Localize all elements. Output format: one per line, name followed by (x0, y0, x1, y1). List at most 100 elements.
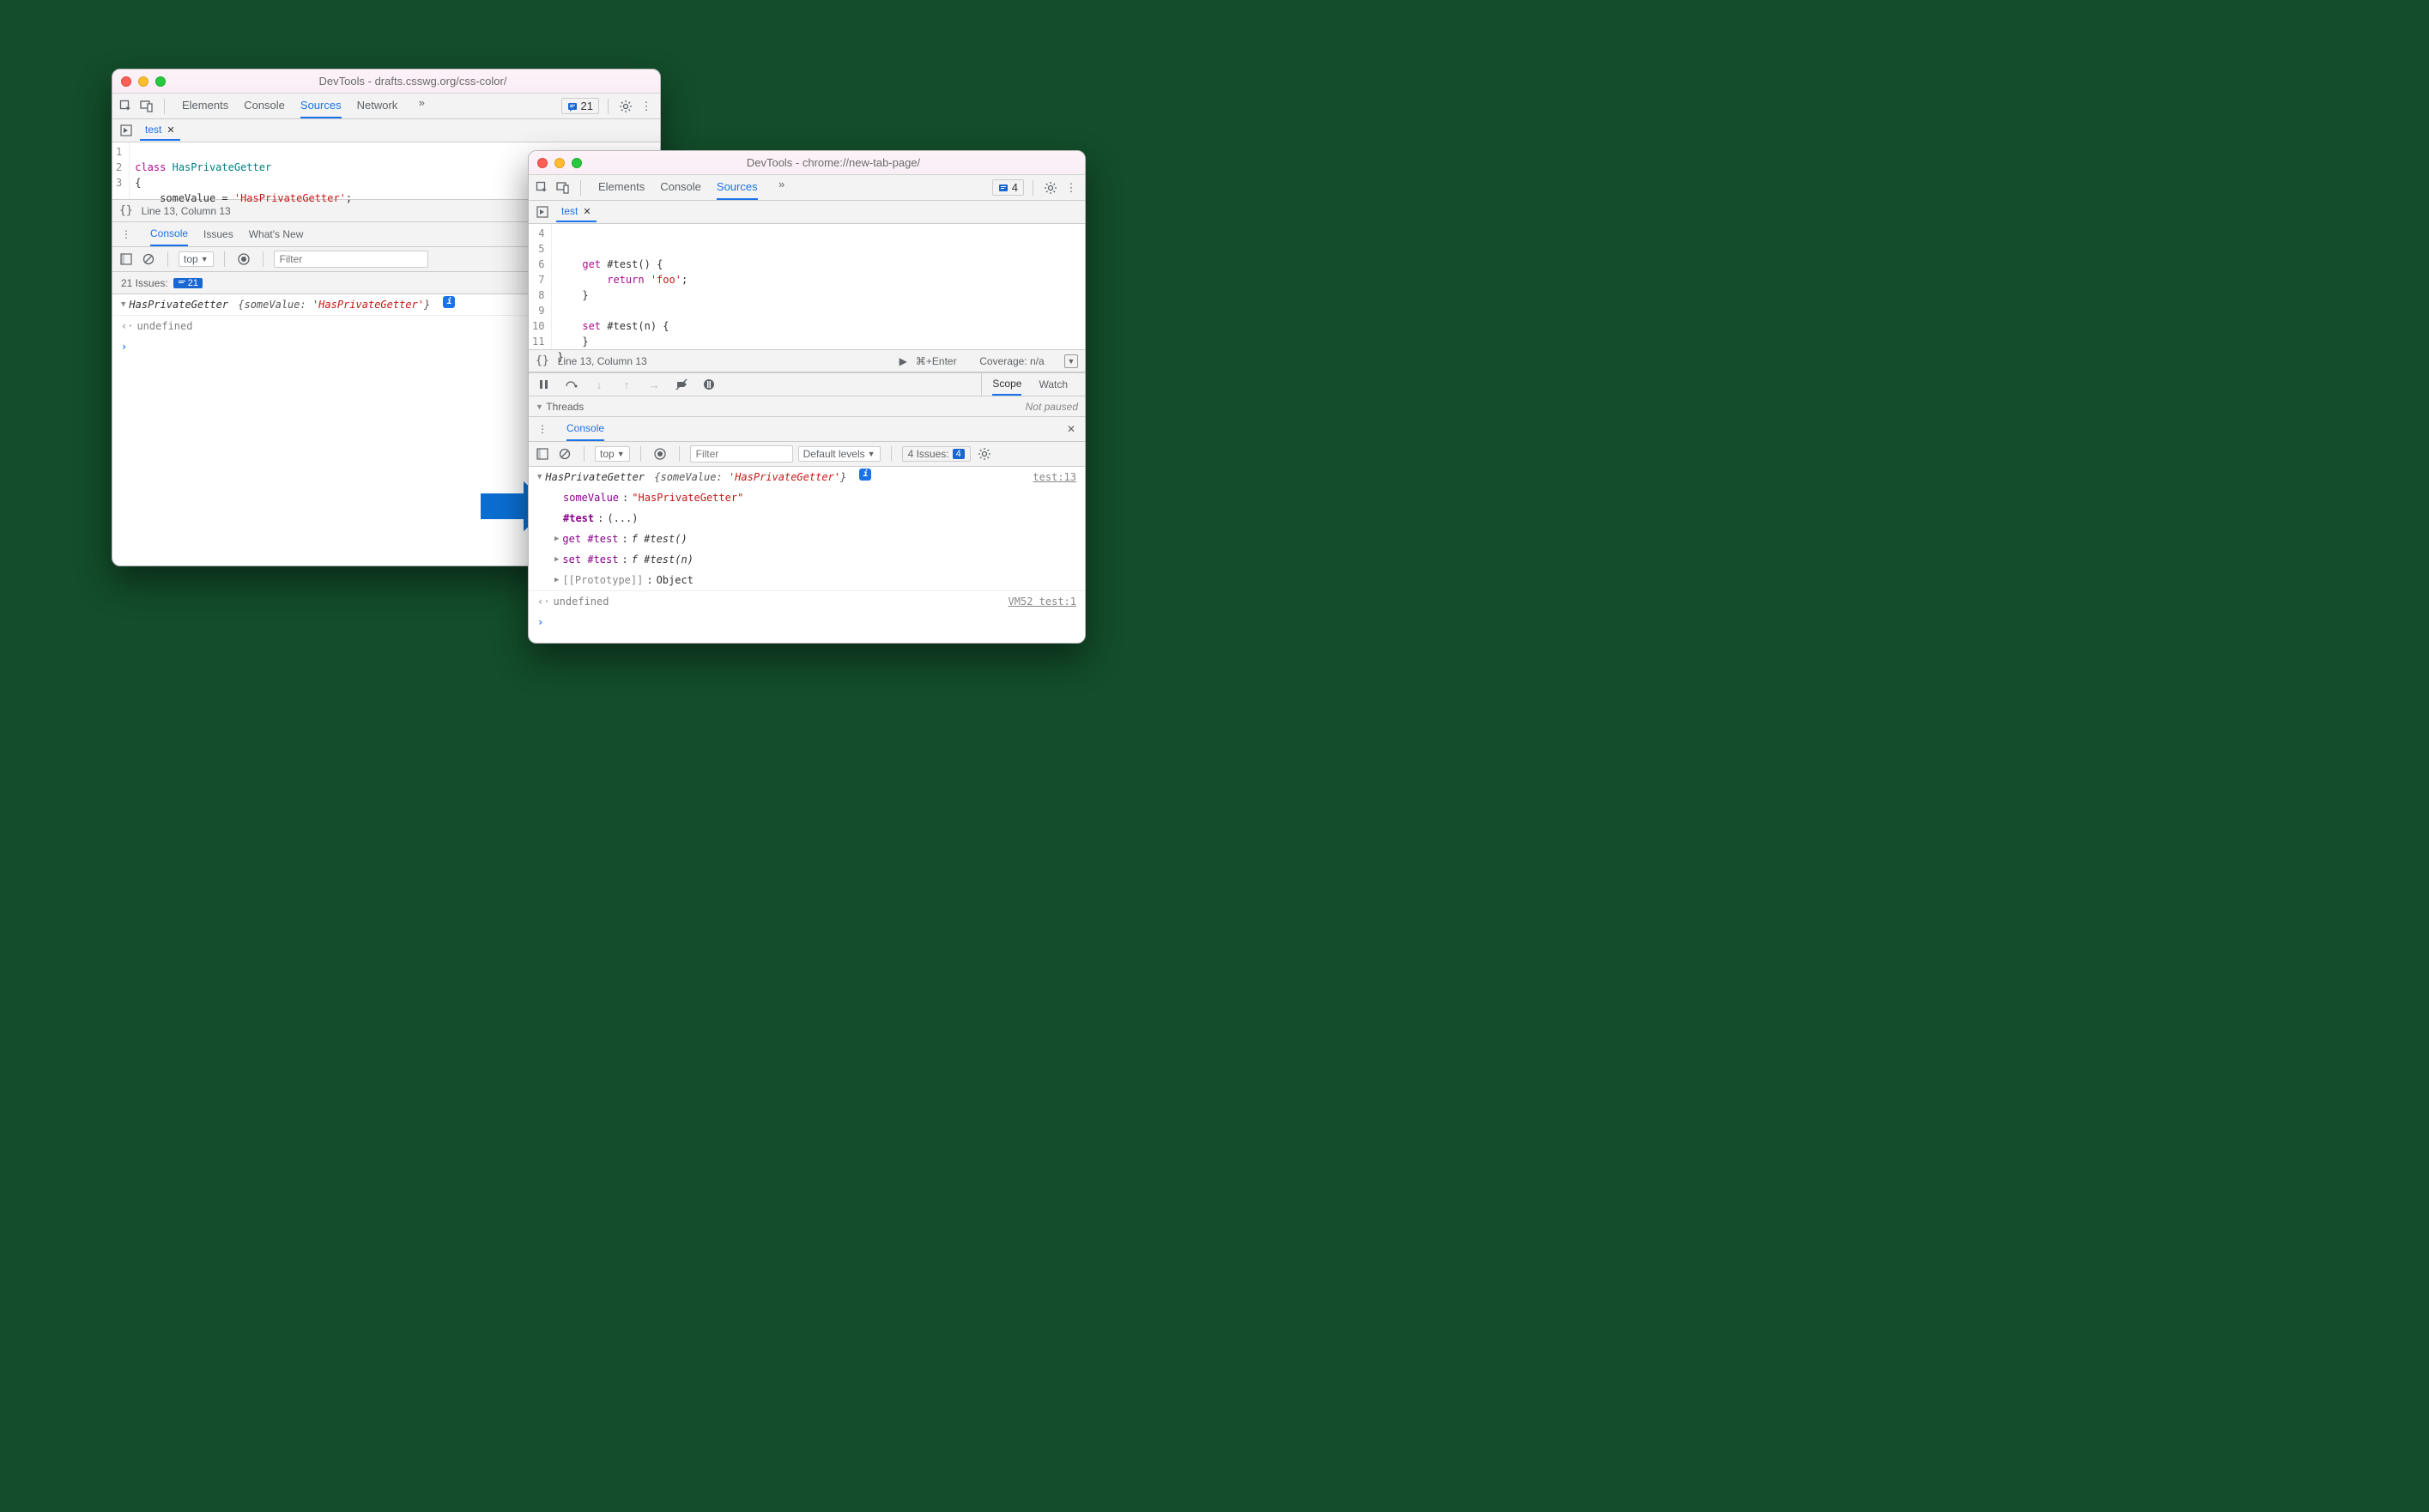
sidebar-toggle-icon[interactable] (534, 445, 551, 463)
source-link[interactable]: VM52 test:1 (1009, 593, 1076, 610)
sidebar-toggle-icon[interactable] (118, 251, 135, 268)
settings-icon[interactable] (1042, 179, 1059, 197)
run-icon[interactable]: ▶ (900, 355, 907, 367)
threads-bar[interactable]: ▼ Threads Not paused (529, 396, 1085, 417)
watch-tab[interactable]: Watch (1039, 374, 1068, 395)
step-out-icon[interactable]: ↑ (618, 376, 635, 393)
console-settings-icon[interactable] (976, 445, 993, 463)
device-mode-icon[interactable] (554, 179, 572, 197)
settings-icon[interactable] (617, 98, 634, 115)
log-levels-selector[interactable]: Default levels ▼ (798, 446, 881, 462)
issues-badge[interactable]: 4 (992, 179, 1024, 196)
scope-tab[interactable]: Scope (992, 373, 1021, 396)
tab-sources[interactable]: Sources (717, 175, 758, 200)
more-tabs-icon[interactable]: » (413, 94, 430, 111)
traffic-lights (537, 158, 582, 168)
live-expression-icon[interactable] (235, 251, 252, 268)
filter-input[interactable] (274, 251, 428, 268)
step-into-icon[interactable]: ↓ (591, 376, 608, 393)
drawer-menu-icon[interactable]: ⋮ (534, 420, 551, 438)
clear-console-icon[interactable] (140, 251, 157, 268)
source-link[interactable]: test:13 (1033, 469, 1076, 486)
info-icon[interactable]: i (443, 296, 455, 308)
kebab-menu-icon[interactable]: ⋮ (1063, 179, 1080, 197)
close-drawer-icon[interactable]: ✕ (1063, 420, 1080, 438)
console-prompt[interactable]: › (529, 612, 1085, 632)
inspect-icon[interactable] (534, 179, 551, 197)
tab-network[interactable]: Network (357, 94, 398, 118)
pause-icon[interactable] (536, 376, 553, 393)
issues-chip[interactable]: 21 (173, 278, 203, 288)
more-tabs-icon[interactable]: » (773, 175, 790, 192)
zoom-window-button[interactable] (155, 76, 166, 87)
expand-icon[interactable]: ▼ (536, 402, 543, 411)
expand-icon[interactable]: ▶ (554, 572, 559, 589)
coverage-label: Coverage: n/a (979, 355, 1044, 367)
traffic-lights (121, 76, 166, 87)
console-object-header[interactable]: ▼ HasPrivateGetter {someValue: 'HasPriva… (529, 467, 1085, 487)
tab-console[interactable]: Console (660, 175, 701, 200)
object-property[interactable]: #test: (...) (529, 508, 1085, 529)
tab-elements[interactable]: Elements (182, 94, 228, 118)
snippets-icon[interactable] (534, 203, 551, 221)
context-selector[interactable]: top ▼ (595, 446, 630, 462)
device-mode-icon[interactable] (138, 98, 155, 115)
pause-exceptions-icon[interactable] (700, 376, 718, 393)
tab-console[interactable]: Console (244, 94, 285, 118)
kebab-menu-icon[interactable]: ⋮ (638, 98, 655, 115)
drawer-tab-whatsnew[interactable]: What's New (249, 223, 304, 245)
context-selector[interactable]: top ▼ (179, 251, 214, 267)
collapse-icon[interactable]: ▼ (537, 469, 542, 486)
deactivate-breakpoints-icon[interactable] (673, 376, 690, 393)
close-tab-icon[interactable]: ✕ (583, 206, 591, 217)
expand-icon[interactable]: ▶ (554, 530, 559, 547)
zoom-window-button[interactable] (572, 158, 582, 168)
close-tab-icon[interactable]: ✕ (167, 124, 174, 136)
collapse-icon[interactable]: ▼ (1064, 354, 1078, 368)
step-icon[interactable]: → (645, 376, 663, 393)
clear-console-icon[interactable] (556, 445, 573, 463)
drawer-tab-console[interactable]: Console (150, 222, 188, 246)
divider (608, 99, 609, 114)
object-property[interactable]: ▶ set #test: f #test(n) (529, 549, 1085, 570)
object-prototype[interactable]: ▶ [[Prototype]]: Object (529, 570, 1085, 590)
expand-icon[interactable]: ▶ (554, 551, 559, 568)
file-tabs-bar: test ✕ (529, 201, 1085, 224)
tab-elements[interactable]: Elements (598, 175, 645, 200)
file-tab-label: test (145, 124, 161, 136)
titlebar: DevTools - chrome://new-tab-page/ (529, 151, 1085, 175)
filter-input[interactable] (690, 445, 793, 463)
tab-sources[interactable]: Sources (300, 94, 342, 118)
code-content: get #test() { return 'foo'; } set #test(… (552, 224, 693, 349)
step-over-icon[interactable] (563, 376, 580, 393)
drawer-menu-icon[interactable]: ⋮ (118, 226, 135, 243)
minimize-window-button[interactable] (138, 76, 148, 87)
live-expression-icon[interactable] (651, 445, 669, 463)
inspect-icon[interactable] (118, 98, 135, 115)
file-tab-test[interactable]: test ✕ (556, 202, 597, 222)
issues-count: 21 (581, 100, 593, 112)
pretty-print-icon[interactable]: {} (536, 354, 549, 367)
cursor-position: Line 13, Column 13 (558, 355, 647, 367)
object-property[interactable]: someValue: "HasPrivateGetter" (529, 487, 1085, 508)
close-window-button[interactable] (537, 158, 548, 168)
divider (580, 180, 581, 196)
divider (224, 251, 225, 267)
info-icon[interactable]: i (859, 469, 871, 481)
minimize-window-button[interactable] (554, 158, 565, 168)
code-editor[interactable]: 4567891011 get #test() { return 'foo'; }… (529, 224, 1085, 349)
drawer-tab-console[interactable]: Console (566, 417, 604, 441)
close-window-button[interactable] (121, 76, 131, 87)
issues-badge[interactable]: 21 (561, 98, 599, 114)
drawer-tab-issues[interactable]: Issues (203, 223, 233, 245)
debugger-sidebar-tabs: Scope Watch (981, 373, 1078, 396)
return-arrow-icon: ‹· (121, 318, 133, 335)
prompt-icon: › (121, 338, 127, 355)
object-property[interactable]: ▶ get #test: f #test() (529, 529, 1085, 549)
issues-chip[interactable]: 4 Issues: 4 (902, 446, 971, 462)
panel-tabs: Elements Console Sources Network » (182, 94, 430, 118)
file-tab-test[interactable]: test ✕ (140, 120, 180, 141)
pretty-print-icon[interactable]: {} (119, 204, 133, 217)
snippets-icon[interactable] (118, 122, 135, 139)
expand-icon[interactable]: ▼ (121, 296, 125, 313)
